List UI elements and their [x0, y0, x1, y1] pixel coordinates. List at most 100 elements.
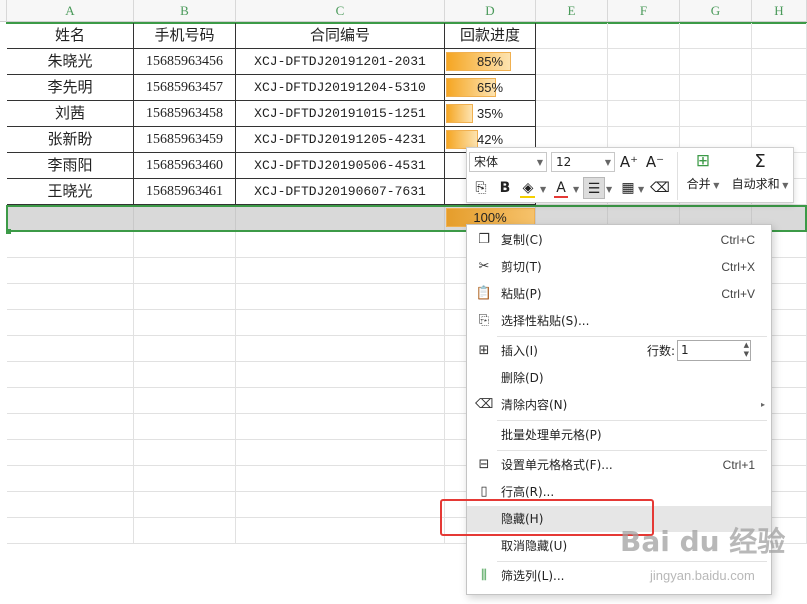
menu-item-paste[interactable]: 📋 粘贴(P) Ctrl+V [467, 281, 771, 307]
empty-cell[interactable] [7, 258, 134, 284]
chevron-down-icon[interactable]: ▼ [638, 185, 644, 194]
menu-item-copy[interactable]: ❐ 复制(C) Ctrl+C [467, 227, 771, 253]
table-cell[interactable]: XCJ-DFTDJ20191205-4231 [236, 127, 445, 153]
empty-cell[interactable] [134, 388, 236, 414]
column-header-e[interactable]: E [536, 0, 608, 22]
empty-cell[interactable] [134, 310, 236, 336]
column-header-d[interactable]: D [445, 0, 536, 22]
table-cell[interactable]: 15685963460 [134, 153, 236, 179]
selected-row-cell[interactable] [7, 205, 134, 232]
increase-font-button[interactable]: A⁺ [618, 151, 640, 173]
empty-cell[interactable] [236, 518, 445, 544]
table-cell[interactable]: XCJ-DFTDJ20191015-1251 [236, 101, 445, 127]
column-header-g[interactable]: G [680, 0, 752, 22]
empty-cell[interactable] [536, 49, 608, 75]
table-cell[interactable]: 15685963456 [134, 49, 236, 75]
empty-cell[interactable] [236, 388, 445, 414]
eraser-icon[interactable]: ⌫ [649, 177, 671, 199]
empty-cell[interactable] [236, 440, 445, 466]
chevron-down-icon[interactable]: ▼ [606, 185, 612, 194]
empty-cell[interactable] [7, 336, 134, 362]
table-cell[interactable]: 王晓光 [7, 179, 134, 205]
empty-cell[interactable] [752, 49, 807, 75]
empty-cell[interactable] [134, 440, 236, 466]
empty-cell[interactable] [236, 362, 445, 388]
stepper-down-icon[interactable]: ▼ [744, 350, 749, 359]
empty-cell[interactable] [680, 23, 752, 49]
menu-item-delete[interactable]: 删除(D) [467, 365, 771, 391]
stepper-up-icon[interactable]: ▲ [744, 341, 749, 350]
empty-cell[interactable] [7, 414, 134, 440]
empty-cell[interactable] [134, 336, 236, 362]
empty-cell[interactable] [608, 49, 680, 75]
empty-cell[interactable] [752, 23, 807, 49]
empty-cell[interactable] [134, 232, 236, 258]
empty-cell[interactable] [752, 75, 807, 101]
empty-cell[interactable] [236, 232, 445, 258]
empty-cell[interactable] [236, 336, 445, 362]
empty-cell[interactable] [236, 414, 445, 440]
empty-cell[interactable] [680, 49, 752, 75]
empty-cell[interactable] [236, 466, 445, 492]
autosum-button[interactable]: Σ 自动求和 ▼ [729, 151, 791, 192]
column-header-b[interactable]: B [134, 0, 236, 22]
row-header-corner[interactable] [0, 0, 7, 22]
empty-cell[interactable] [680, 101, 752, 127]
bold-button[interactable]: B [494, 177, 516, 199]
menu-item-format-cells[interactable]: ⊟ 设置单元格格式(F)... Ctrl+1 [467, 452, 771, 478]
empty-cell[interactable] [7, 492, 134, 518]
table-cell[interactable]: 刘茜 [7, 101, 134, 127]
empty-cell[interactable] [7, 466, 134, 492]
empty-cell[interactable] [134, 258, 236, 284]
empty-cell[interactable] [134, 362, 236, 388]
empty-cell[interactable] [608, 23, 680, 49]
table-cell[interactable]: 15685963458 [134, 101, 236, 127]
empty-cell[interactable] [680, 75, 752, 101]
column-header-a[interactable]: A [7, 0, 134, 22]
rows-count-stepper[interactable]: 1 ▲ ▼ [677, 340, 751, 361]
empty-cell[interactable] [134, 414, 236, 440]
column-header-f[interactable]: F [608, 0, 680, 22]
selected-row-cell[interactable] [236, 205, 445, 232]
empty-cell[interactable] [134, 284, 236, 310]
table-header-cell[interactable]: 合同编号 [236, 23, 445, 49]
merge-button[interactable]: ⊞ 合并 ▼ [681, 151, 725, 192]
menu-item-cut[interactable]: ✂ 剪切(T) Ctrl+X [467, 254, 771, 280]
empty-cell[interactable] [7, 440, 134, 466]
table-cell[interactable]: 15685963459 [134, 127, 236, 153]
border-icon[interactable]: ▦ [617, 177, 639, 199]
table-cell[interactable]: XCJ-DFTDJ20191201-2031 [236, 49, 445, 75]
empty-cell[interactable] [7, 518, 134, 544]
empty-cell[interactable] [7, 284, 134, 310]
fill-color-icon[interactable]: ◈ [517, 177, 539, 199]
empty-cell[interactable] [608, 101, 680, 127]
menu-item-paste-special[interactable]: ⎘ 选择性粘贴(S)... [467, 308, 771, 334]
table-cell[interactable]: 15685963461 [134, 179, 236, 205]
table-cell[interactable]: XCJ-DFTDJ20190607-7631 [236, 179, 445, 205]
font-name-select[interactable]: 宋体 ▼ [469, 152, 547, 172]
table-cell[interactable]: 张新盼 [7, 127, 134, 153]
font-size-select[interactable]: 12 ▼ [551, 152, 615, 172]
menu-item-batch-process[interactable]: 批量处理单元格(P) [467, 422, 771, 448]
menu-item-insert[interactable]: ⊞ 插入(I) 行数: 1 ▲ ▼ [467, 338, 771, 364]
empty-cell[interactable] [236, 310, 445, 336]
table-cell[interactable]: XCJ-DFTDJ20190506-4531 [236, 153, 445, 179]
table-cell[interactable]: 李先明 [7, 75, 134, 101]
table-cell[interactable]: XCJ-DFTDJ20191204-5310 [236, 75, 445, 101]
empty-cell[interactable] [134, 518, 236, 544]
empty-cell[interactable] [752, 101, 807, 127]
empty-cell[interactable] [536, 23, 608, 49]
fill-handle[interactable] [6, 229, 11, 234]
empty-cell[interactable] [608, 75, 680, 101]
column-header-h[interactable]: H [752, 0, 807, 22]
decrease-font-button[interactable]: A⁻ [644, 151, 666, 173]
selected-row-cell[interactable] [134, 205, 236, 232]
table-cell[interactable]: 李雨阳 [7, 153, 134, 179]
align-center-icon[interactable]: ☰ [583, 177, 605, 199]
table-cell[interactable]: 15685963457 [134, 75, 236, 101]
empty-cell[interactable] [236, 284, 445, 310]
table-header-cell[interactable]: 姓名 [7, 23, 134, 49]
table-cell[interactable]: 朱晓光 [7, 49, 134, 75]
chevron-down-icon[interactable]: ▼ [573, 185, 579, 194]
font-color-icon[interactable]: A [550, 177, 572, 199]
